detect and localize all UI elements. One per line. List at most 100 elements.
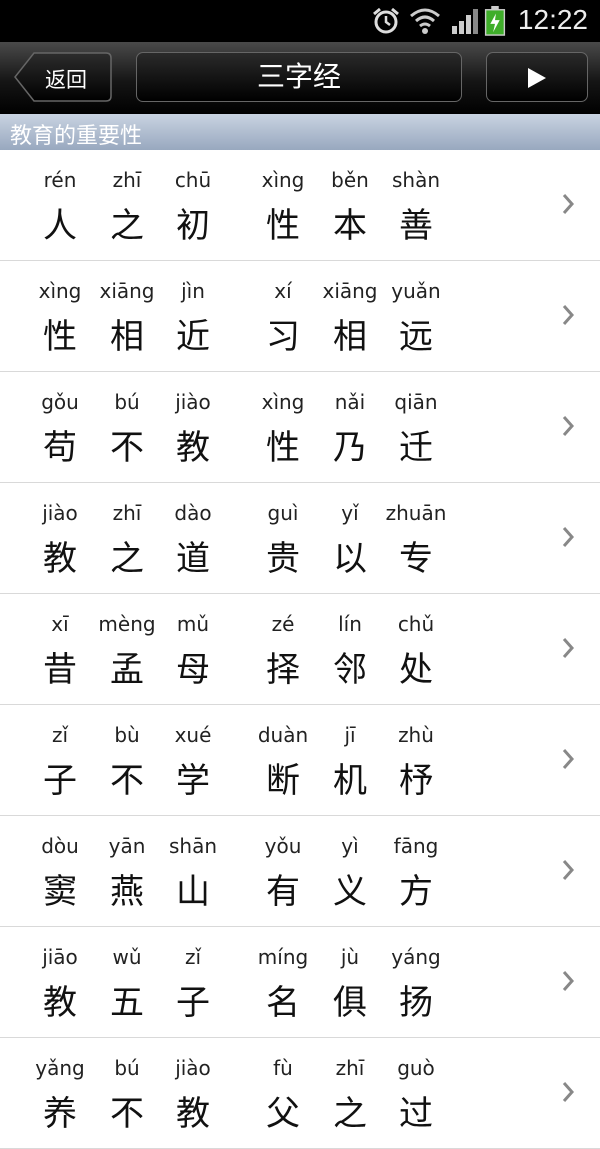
hanzi-character: 过 bbox=[399, 1094, 433, 1134]
hanzi-character: 近 bbox=[176, 317, 210, 357]
verse-row[interactable]: xìng 性 xiāng 相 jìn 近 xí 习 xiāng 相 yuǎn 远 bbox=[0, 261, 600, 372]
pinyin-label: shàn bbox=[391, 168, 441, 192]
pinyin-label: xìng bbox=[261, 390, 305, 414]
hanzi-character: 山 bbox=[176, 872, 210, 912]
pinyin-label: zhuān bbox=[385, 501, 447, 525]
hanzi-character: 处 bbox=[399, 650, 433, 690]
hanzi-character: 人 bbox=[43, 206, 77, 246]
pinyin-label: yǒu bbox=[264, 834, 302, 858]
pinyin-label: xìng bbox=[261, 168, 305, 192]
hanzi-character: 教 bbox=[43, 539, 77, 579]
hanzi-character: 以 bbox=[333, 539, 367, 579]
back-button-label: 返回 bbox=[45, 68, 87, 92]
chevron-right-icon bbox=[562, 194, 575, 214]
hanzi-character: 不 bbox=[110, 761, 144, 801]
pinyin-label: jiào bbox=[42, 501, 78, 525]
hanzi-character: 性 bbox=[266, 206, 300, 246]
wifi-icon bbox=[410, 8, 440, 34]
hanzi-character: 之 bbox=[110, 539, 144, 579]
verse-row[interactable]: jiào 教 zhī 之 dào 道 guì 贵 yǐ 以 zhuān 专 bbox=[0, 483, 600, 594]
pinyin-label: xiāng bbox=[99, 279, 155, 303]
hanzi-character: 习 bbox=[266, 317, 300, 357]
pinyin-label: duàn bbox=[257, 723, 309, 747]
verse-row[interactable]: yǎng 养 bú 不 jiào 教 fù 父 zhī 之 guò 过 bbox=[0, 1038, 600, 1149]
pinyin-label: dào bbox=[174, 501, 212, 525]
pinyin-label: jī bbox=[344, 723, 356, 747]
hanzi-character: 养 bbox=[43, 1094, 77, 1134]
verse-row[interactable]: jiāo 教 wǔ 五 zǐ 子 míng 名 jù 俱 yáng 扬 bbox=[0, 927, 600, 1038]
verse-row[interactable]: xī 昔 mèng 孟 mǔ 母 zé 择 lín 邻 chǔ 处 bbox=[0, 594, 600, 705]
hanzi-character: 相 bbox=[110, 317, 144, 357]
hanzi-character: 名 bbox=[266, 983, 300, 1023]
pinyin-label: xī bbox=[51, 612, 69, 636]
hanzi-character: 孟 bbox=[110, 650, 144, 690]
hanzi-character: 道 bbox=[176, 539, 210, 579]
section-title: 教育的重要性 bbox=[10, 124, 143, 149]
hanzi-character: 义 bbox=[333, 872, 367, 912]
hanzi-character: 五 bbox=[110, 983, 144, 1023]
pinyin-label: jiào bbox=[175, 390, 211, 414]
navigation-bar: 返回 三字经 bbox=[0, 42, 600, 115]
pinyin-label: mèng bbox=[98, 612, 156, 636]
hanzi-character: 苟 bbox=[43, 428, 77, 468]
hanzi-character: 机 bbox=[333, 761, 367, 801]
pinyin-label: xiāng bbox=[322, 279, 378, 303]
hanzi-character: 贵 bbox=[266, 539, 300, 579]
pinyin-label: shān bbox=[168, 834, 218, 858]
verse-row[interactable]: gǒu 苟 bú 不 jiào 教 xìng 性 nǎi 乃 qiān 迁 bbox=[0, 372, 600, 483]
hanzi-character: 有 bbox=[266, 872, 300, 912]
pinyin-label: wǔ bbox=[112, 945, 142, 969]
status-bar: 12:22 bbox=[0, 0, 600, 42]
hanzi-character: 不 bbox=[110, 1094, 144, 1134]
hanzi-character: 择 bbox=[266, 650, 300, 690]
verse-row[interactable]: zǐ 子 bù 不 xué 学 duàn 断 jī 机 zhù 杼 bbox=[0, 705, 600, 816]
back-button[interactable]: 返回 bbox=[14, 52, 112, 102]
chevron-right-icon bbox=[562, 416, 575, 436]
pinyin-label: xué bbox=[174, 723, 212, 747]
hanzi-character: 乃 bbox=[333, 428, 367, 468]
hanzi-character: 初 bbox=[176, 206, 210, 246]
pinyin-label: jù bbox=[340, 945, 360, 969]
hanzi-character: 善 bbox=[399, 206, 433, 246]
pinyin-label: yì bbox=[341, 834, 359, 858]
hanzi-character: 教 bbox=[43, 983, 77, 1023]
hanzi-character: 杼 bbox=[399, 761, 433, 801]
battery-charging-icon bbox=[484, 6, 506, 36]
page-title: 三字经 bbox=[256, 60, 341, 93]
hanzi-character: 燕 bbox=[110, 872, 144, 912]
pinyin-label: yáng bbox=[391, 945, 441, 969]
hanzi-character: 迁 bbox=[399, 428, 433, 468]
verse-row[interactable]: dòu 窦 yān 燕 shān 山 yǒu 有 yì 义 fāng 方 bbox=[0, 816, 600, 927]
hanzi-character: 不 bbox=[110, 428, 144, 468]
hanzi-character: 远 bbox=[399, 317, 433, 357]
pinyin-label: zhī bbox=[112, 168, 142, 192]
pinyin-label: yǐ bbox=[341, 501, 359, 525]
pinyin-label: xí bbox=[274, 279, 292, 303]
pinyin-label: zhī bbox=[335, 1056, 365, 1080]
hanzi-character: 子 bbox=[43, 761, 77, 801]
pinyin-label: guì bbox=[267, 501, 299, 525]
pinyin-label: jìn bbox=[181, 279, 205, 303]
hanzi-character: 教 bbox=[176, 428, 210, 468]
pinyin-label: míng bbox=[257, 945, 309, 969]
chevron-right-icon bbox=[562, 305, 575, 325]
pinyin-label: guò bbox=[397, 1056, 435, 1080]
hanzi-character: 扬 bbox=[399, 983, 433, 1023]
chevron-right-icon bbox=[562, 860, 575, 880]
verse-row[interactable]: rén 人 zhī 之 chū 初 xìng 性 běn 本 shàn 善 bbox=[0, 150, 600, 261]
pinyin-label: běn bbox=[331, 168, 369, 192]
play-button[interactable] bbox=[486, 52, 588, 102]
status-time: 12:22 bbox=[517, 4, 588, 35]
pinyin-label: zǐ bbox=[51, 723, 69, 747]
pinyin-label: yuǎn bbox=[391, 279, 441, 303]
pinyin-label: rén bbox=[43, 168, 77, 192]
pinyin-label: bù bbox=[114, 723, 140, 747]
pinyin-label: bú bbox=[114, 1056, 140, 1080]
pinyin-label: mǔ bbox=[176, 612, 210, 636]
hanzi-character: 性 bbox=[266, 428, 300, 468]
chevron-right-icon bbox=[562, 749, 575, 769]
hanzi-character: 性 bbox=[43, 317, 77, 357]
pinyin-label: bú bbox=[114, 390, 140, 414]
pinyin-label: xìng bbox=[38, 279, 82, 303]
hanzi-character: 相 bbox=[333, 317, 367, 357]
